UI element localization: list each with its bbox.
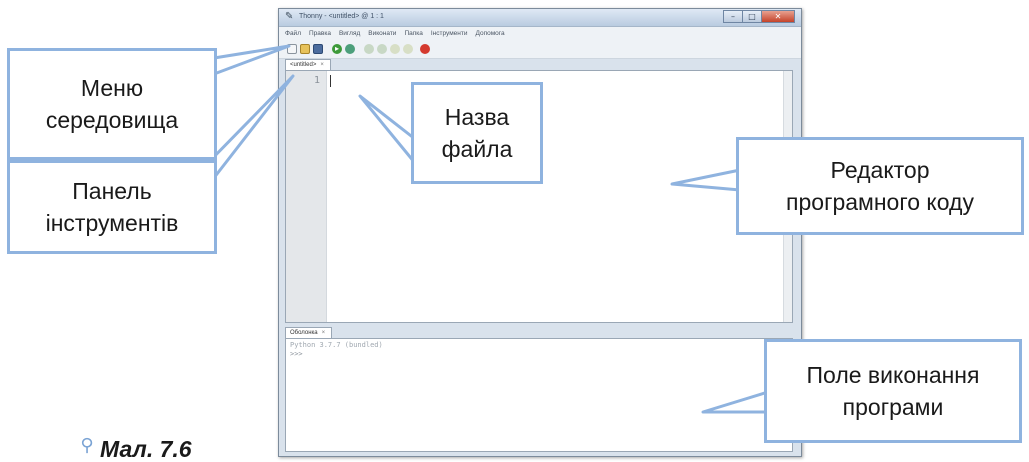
callout-text-line: Панель: [72, 178, 152, 204]
menu-callout-pointer: [212, 44, 291, 76]
callout-text-line: програмного коду: [786, 189, 974, 215]
callout-text-line: програми: [842, 394, 944, 420]
callout-text-line: Назва: [444, 104, 510, 130]
editor-callout: Редактор програмного коду: [736, 137, 1024, 235]
filename-callout: Назва файла: [411, 82, 543, 184]
menu-callout: Меню середовища: [7, 48, 217, 160]
figure-caption: Мал. 7.6: [100, 436, 192, 462]
callout-text-line: Поле виконання: [806, 362, 980, 388]
shell-callout: Поле виконання програми: [764, 339, 1022, 443]
callout-text-line: файла: [441, 136, 513, 162]
toolbar-callout: Панель інструментів: [7, 160, 217, 254]
callout-text-line: Редактор: [830, 157, 930, 183]
callout-text-line: інструментів: [45, 210, 179, 236]
editor-callout-pointer: [670, 168, 742, 192]
shell-callout-pointer: [701, 390, 770, 414]
callout-text-line: середовища: [45, 107, 179, 133]
figure-pin-icon: ⚲: [80, 435, 94, 456]
filename-callout-pointer: [358, 94, 417, 165]
callout-text-line: Меню: [80, 75, 144, 101]
